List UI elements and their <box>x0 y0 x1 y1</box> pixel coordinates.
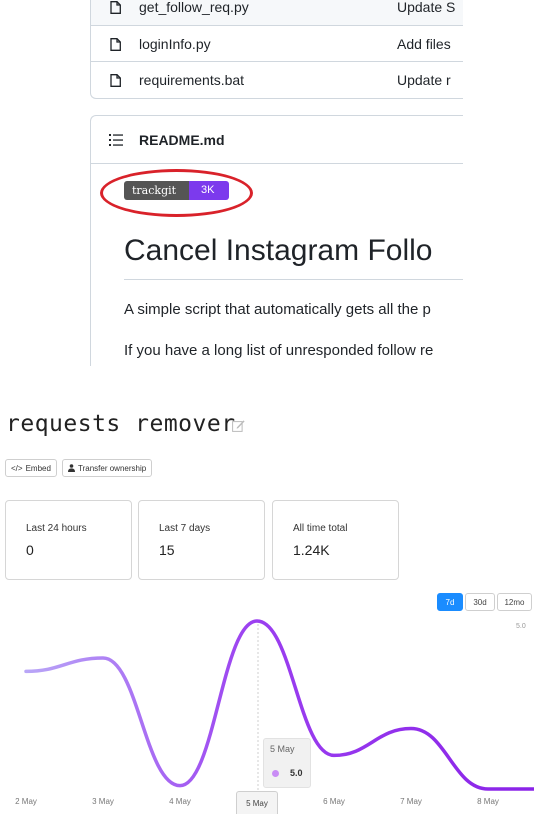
commit-message[interactable]: Update S <box>397 0 455 15</box>
chart-tooltip: 5 May 5.0 <box>263 738 311 788</box>
tooltip-value: 5.0 <box>290 768 303 778</box>
file-list: get_follow_req.py Update S loginInfo.py … <box>90 0 463 99</box>
code-icon: </> <box>11 463 23 473</box>
commit-message[interactable]: Update r <box>397 72 451 88</box>
stat-value: 0 <box>26 542 34 558</box>
stat-label: Last 24 hours <box>26 523 87 534</box>
file-icon <box>110 0 121 14</box>
stat-card-7d: Last 7 days 15 <box>138 500 265 580</box>
file-row[interactable]: loginInfo.py Add files <box>91 25 463 62</box>
file-name[interactable]: requirements.bat <box>139 72 244 88</box>
user-icon <box>68 464 75 472</box>
tooltip-date: 5 May <box>270 744 295 754</box>
x-tick-label: 7 May <box>400 797 422 806</box>
x-tick-label: 5 May <box>236 791 278 814</box>
readme-panel: README.md trackgit 3K Cancel Instagram F… <box>90 115 463 366</box>
x-tick-label: 6 May <box>323 797 345 806</box>
file-row[interactable]: requirements.bat Update r <box>91 61 463 98</box>
stat-value: 15 <box>159 542 175 558</box>
file-icon <box>110 37 121 51</box>
readme-paragraph: A simple script that automatically gets … <box>124 301 431 318</box>
x-tick-label: 2 May <box>15 797 37 806</box>
readme-header: README.md <box>91 116 463 164</box>
readme-title: README.md <box>139 132 225 148</box>
stat-label: Last 7 days <box>159 523 211 534</box>
file-row[interactable]: get_follow_req.py Update S <box>91 0 463 25</box>
x-tick-label: 3 May <box>92 797 114 806</box>
readme-heading: Cancel Instagram Follo <box>124 234 433 267</box>
file-icon <box>110 73 121 87</box>
heading-divider <box>124 279 463 280</box>
embed-button[interactable]: </> Embed <box>5 459 57 477</box>
readme-paragraph: If you have a long list of unresponded f… <box>124 342 434 359</box>
x-tick-label: 4 May <box>169 797 191 806</box>
highlight-circle <box>100 169 253 217</box>
stat-value: 1.24K <box>293 542 330 558</box>
transfer-label: Transfer ownership <box>78 463 147 473</box>
x-tick-label: 8 May <box>477 797 499 806</box>
transfer-ownership-button[interactable]: Transfer ownership <box>62 459 153 477</box>
stat-card-24h: Last 24 hours 0 <box>5 500 132 580</box>
repo-title: requests remover <box>6 411 236 437</box>
file-name[interactable]: get_follow_req.py <box>139 0 249 15</box>
list-icon[interactable] <box>109 134 123 146</box>
series-dot <box>272 770 279 777</box>
edit-icon[interactable] <box>232 419 245 432</box>
embed-label: Embed <box>25 463 51 473</box>
commit-message[interactable]: Add files <box>397 36 451 52</box>
stat-card-total: All time total 1.24K <box>272 500 399 580</box>
stat-label: All time total <box>293 523 348 534</box>
file-name[interactable]: loginInfo.py <box>139 36 211 52</box>
